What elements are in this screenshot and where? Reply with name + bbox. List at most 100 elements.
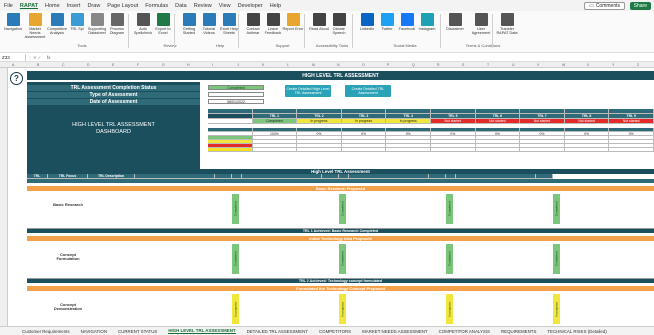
ribbon-button-supporting-datasheet[interactable]: Supporting Datasheet: [86, 13, 108, 35]
sheet-tab-requirements[interactable]: REQUIREMENTS: [501, 329, 536, 334]
criteria-status[interactable]: In progress: [553, 294, 560, 324]
menu-item-rapat[interactable]: RAPAT: [20, 3, 38, 9]
column-header-H[interactable]: H: [187, 63, 190, 67]
column-header-K[interactable]: K: [262, 63, 264, 67]
ribbon-button-report-error[interactable]: Report Error: [282, 13, 304, 31]
assessment-type-value[interactable]: [208, 92, 264, 97]
summary-status-cell[interactable]: Not started: [475, 119, 521, 124]
column-header-T[interactable]: T: [487, 63, 489, 67]
ribbon-button-competitive-analysis[interactable]: Competitive Analysis: [46, 13, 68, 35]
summary-status-cell[interactable]: In progress: [386, 119, 431, 124]
menu-item-view[interactable]: View: [219, 3, 231, 9]
summary-status-cell[interactable]: In progress: [297, 119, 342, 124]
menu-item-developer[interactable]: Developer: [238, 3, 263, 9]
ribbon-button-user-agreement[interactable]: User Agreement: [470, 13, 492, 35]
ribbon-button-transfer-rapat-data[interactable]: Transfer RAPAT Data: [496, 13, 518, 35]
menu-item-draw[interactable]: Draw: [87, 3, 100, 9]
ribbon-button-linkedin[interactable]: LinkedIn: [356, 13, 378, 31]
name-box[interactable]: Z33: [0, 53, 26, 61]
criteria-status[interactable]: Completed: [232, 244, 239, 274]
column-header-W[interactable]: W: [562, 63, 565, 67]
ribbon-button-auto-spellcheck[interactable]: Auto Spellcheck: [132, 13, 154, 35]
column-header-U[interactable]: U: [512, 63, 515, 67]
summary-status-cell[interactable]: Not started: [564, 119, 610, 124]
summary-status-cell[interactable]: Completed: [252, 119, 298, 124]
sheet-tab-customer-requirements[interactable]: Customer Requirements: [22, 329, 70, 334]
menu-item-file[interactable]: File: [4, 3, 13, 9]
column-header-A[interactable]: A: [12, 63, 14, 67]
sheet-tab-navigation[interactable]: NAVIGATION: [81, 329, 107, 334]
share-button[interactable]: Share: [629, 2, 651, 10]
column-header-V[interactable]: V: [537, 63, 539, 67]
ribbon-button-read-aloud[interactable]: Read Aloud: [308, 13, 330, 31]
sheet-tab-competitor-analysis[interactable]: COMPETITOR ANALYSIS: [439, 329, 490, 334]
column-header-J[interactable]: J: [237, 63, 239, 67]
menu-item-review[interactable]: Review: [194, 3, 212, 9]
ribbon-button-navigation[interactable]: Navigation: [2, 13, 24, 31]
criteria-status[interactable]: In progress: [446, 294, 453, 324]
menu-item-home[interactable]: Home: [45, 3, 60, 9]
ribbon-button-facebook[interactable]: Facebook: [396, 13, 418, 31]
comments-button[interactable]: ▭ Comments: [584, 2, 625, 10]
column-header-F[interactable]: F: [137, 63, 139, 67]
sheet-tab-market-needs-assessment[interactable]: MARKET NEEDS ASSESSMENT: [362, 329, 428, 334]
column-header-D[interactable]: D: [87, 63, 90, 67]
column-header-R[interactable]: R: [437, 63, 440, 67]
sheet-tab-technical-risks-detailed-[interactable]: TECHNICAL RISKS (Detailed): [547, 329, 606, 334]
ribbon-button-contact-antimar[interactable]: Contact Antimar: [242, 13, 264, 35]
column-header-G[interactable]: G: [162, 63, 165, 67]
ribbon-button-instagram[interactable]: Instagram: [416, 13, 438, 31]
summary-status-cell[interactable]: In progress: [341, 119, 387, 124]
summary-status-cell[interactable]: Not started: [609, 119, 654, 124]
summary-status-cell[interactable]: Not started: [431, 119, 476, 124]
criteria-status[interactable]: In progress: [232, 294, 239, 324]
menu-item-page-layout[interactable]: Page Layout: [107, 3, 138, 9]
ribbon-button-disclaimer[interactable]: Disclaimer: [444, 13, 466, 31]
menu-item-insert[interactable]: Insert: [67, 3, 81, 9]
menu-item-formulas[interactable]: Formulas: [145, 3, 168, 9]
column-header-C[interactable]: C: [62, 63, 65, 67]
criteria-status[interactable]: Completed: [339, 244, 346, 274]
ribbon-button-export-to-excel[interactable]: Export to Excel: [152, 13, 174, 35]
ribbon-button-market-needs-assessment[interactable]: Market Needs Assessment: [24, 13, 46, 40]
criteria-status[interactable]: Completed: [232, 194, 239, 224]
ribbon-button-excel-help-sheets[interactable]: Excel Help Sheets: [218, 13, 240, 35]
ribbon-button-tutorial-videos[interactable]: Tutorial Videos: [198, 13, 220, 35]
summary-status-cell[interactable]: Not started: [520, 119, 565, 124]
menu-item-data[interactable]: Data: [175, 3, 187, 9]
menu-item-help[interactable]: Help: [270, 3, 281, 9]
sheet-tab-competitors[interactable]: COMPETITORS: [319, 329, 351, 334]
completion-status-value[interactable]: Completed: [208, 85, 264, 90]
sheet-tab-high-level-trl-assessment[interactable]: HIGH LEVEL TRL ASSESSMENT: [168, 328, 236, 334]
column-header-I[interactable]: I: [212, 63, 213, 67]
ribbon-button-getting-started[interactable]: Getting Started: [178, 13, 200, 35]
criteria-status[interactable]: Completed: [553, 194, 560, 224]
create-high-level-button[interactable]: Create Detailed High Level TRL Assessmen…: [285, 85, 331, 97]
criteria-status[interactable]: Completed: [446, 194, 453, 224]
assessment-date-value[interactable]: 08/01/2022: [208, 99, 264, 104]
column-header-S[interactable]: S: [462, 63, 464, 67]
sheet-tab-detailed-trl-assessment[interactable]: DETAILED TRL ASSESSMENT: [247, 329, 308, 334]
criteria-status[interactable]: Completed: [446, 244, 453, 274]
criteria-status[interactable]: Completed: [553, 244, 560, 274]
column-header-X[interactable]: X: [587, 63, 589, 67]
column-header-O[interactable]: O: [362, 63, 365, 67]
column-header-N[interactable]: N: [337, 63, 340, 67]
column-header-L[interactable]: L: [287, 63, 289, 67]
column-header-E[interactable]: E: [112, 63, 114, 67]
ribbon-button-leave-feedback[interactable]: Leave Feedback: [262, 13, 284, 35]
ribbon-button-process-diagram[interactable]: Process Diagram: [106, 13, 128, 35]
ribbon-button-dictate-speech[interactable]: Dictate Speech: [328, 13, 350, 35]
ribbon-button-twitter[interactable]: Twitter: [376, 13, 398, 31]
column-header-M[interactable]: M: [312, 63, 315, 67]
column-header-P[interactable]: P: [387, 63, 389, 67]
column-header-Y[interactable]: Y: [612, 63, 614, 67]
create-detailed-button[interactable]: Create Detailed TRL Assessment: [345, 85, 391, 97]
help-icon[interactable]: ?: [10, 72, 23, 85]
criteria-status[interactable]: In progress: [339, 294, 346, 324]
criteria-status[interactable]: Completed: [339, 194, 346, 224]
column-header-B[interactable]: B: [37, 63, 39, 67]
column-header-Z[interactable]: Z: [637, 63, 639, 67]
ribbon-button-trl-spi[interactable]: TRL Spi: [66, 13, 88, 31]
sheet-tab-current-status[interactable]: CURRENT STATUS: [118, 329, 157, 334]
